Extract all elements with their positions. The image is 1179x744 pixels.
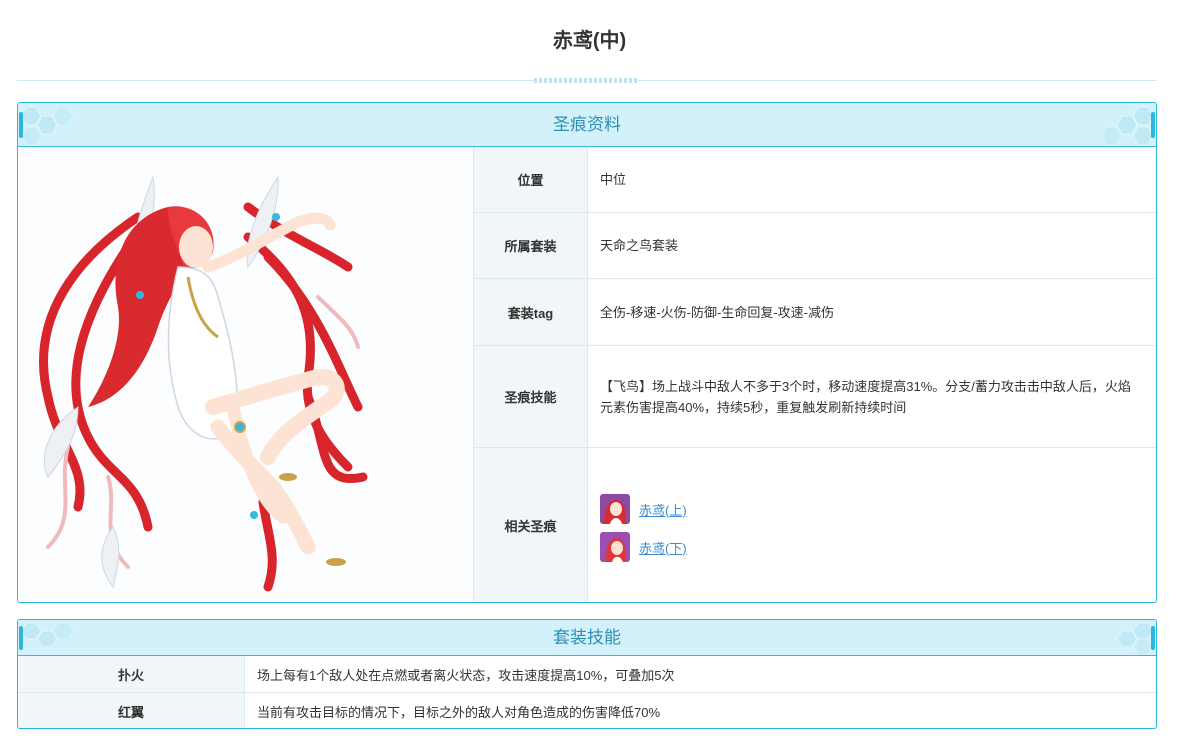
info-value: 【飞鸟】场上战斗中敌人不多于3个时，移动速度提高31%。分支/蓄力攻击击中敌人后… bbox=[600, 378, 1131, 415]
set-skill-desc: 场上每有1个敌人处在点燃或者离火状态，攻击速度提高10%，可叠加5次 bbox=[257, 667, 675, 683]
hexagon-pattern-icon bbox=[1116, 622, 1154, 655]
header-left-tab bbox=[19, 112, 23, 138]
hexagon-pattern-icon bbox=[20, 106, 74, 146]
header-right-tab bbox=[1151, 112, 1155, 138]
info-row-related: 相关圣痕 赤鸢(上) 赤鸢(下) bbox=[474, 448, 1156, 602]
stigmata-info-header: 圣痕资料 bbox=[18, 103, 1156, 147]
info-key: 圣痕技能 bbox=[474, 346, 588, 447]
related-stigmata-link[interactable]: 赤鸢(上) bbox=[639, 500, 687, 519]
stigmata-info-panel: 圣痕资料 位置 中位 所属套装 天命之鸟套装 套装tag 全伤-移速-火伤-防御… bbox=[17, 102, 1157, 603]
stigmata-portrait bbox=[18, 147, 474, 602]
set-skills-title: 套装技能 bbox=[553, 628, 621, 647]
info-key: 位置 bbox=[474, 147, 588, 212]
related-stigmata-item[interactable]: 赤鸢(下) bbox=[600, 528, 687, 566]
set-skills-header: 套装技能 bbox=[18, 620, 1156, 656]
info-row-set-tag: 套装tag 全伤-移速-火伤-防御-生命回复-攻速-减伤 bbox=[474, 279, 1156, 346]
stigmata-thumbnail[interactable] bbox=[600, 532, 630, 562]
set-skill-row: 扑火 场上每有1个敌人处在点燃或者离火状态，攻击速度提高10%，可叠加5次 bbox=[18, 656, 1156, 693]
set-skill-name: 红翼 bbox=[18, 693, 245, 728]
related-stigmata-link[interactable]: 赤鸢(下) bbox=[639, 538, 687, 557]
stigmata-thumbnail[interactable] bbox=[600, 494, 630, 524]
set-skills-panel: 套装技能 扑火 场上每有1个敌人处在点燃或者离火状态，攻击速度提高10%，可叠加… bbox=[17, 619, 1157, 729]
info-row-set: 所属套装 天命之鸟套装 bbox=[474, 213, 1156, 279]
related-stigmata-item[interactable]: 赤鸢(上) bbox=[600, 490, 687, 528]
page-title: 赤鸢(中) bbox=[552, 30, 627, 52]
related-stigmata-list: 赤鸢(上) 赤鸢(下) bbox=[600, 490, 687, 566]
stigmata-info-title: 圣痕资料 bbox=[553, 115, 621, 134]
info-value: 天命之鸟套装 bbox=[600, 238, 679, 253]
info-row-skill: 圣痕技能 【飞鸟】场上战斗中敌人不多于3个时，移动速度提高31%。分支/蓄力攻击… bbox=[474, 346, 1156, 448]
set-skill-name: 扑火 bbox=[18, 656, 245, 692]
character-illustration bbox=[39, 175, 368, 592]
info-row-position: 位置 中位 bbox=[474, 147, 1156, 213]
header-left-tab bbox=[19, 626, 23, 650]
set-skill-desc: 当前有攻击目标的情况下，目标之外的敌人对角色造成的伤害降低70% bbox=[257, 705, 661, 720]
info-value: 全伤-移速-火伤-防御-生命回复-攻速-减伤 bbox=[600, 304, 834, 320]
title-divider-ornament bbox=[534, 78, 638, 83]
hexagon-pattern-icon bbox=[20, 622, 74, 648]
set-skill-row: 红翼 当前有攻击目标的情况下，目标之外的敌人对角色造成的伤害降低70% bbox=[18, 693, 1156, 728]
info-key: 所属套装 bbox=[474, 213, 588, 278]
hexagon-pattern-icon bbox=[1100, 106, 1154, 146]
info-key: 相关圣痕 bbox=[474, 448, 588, 602]
header-right-tab bbox=[1151, 626, 1155, 650]
info-key: 套装tag bbox=[474, 279, 588, 345]
info-value: 中位 bbox=[600, 172, 627, 187]
